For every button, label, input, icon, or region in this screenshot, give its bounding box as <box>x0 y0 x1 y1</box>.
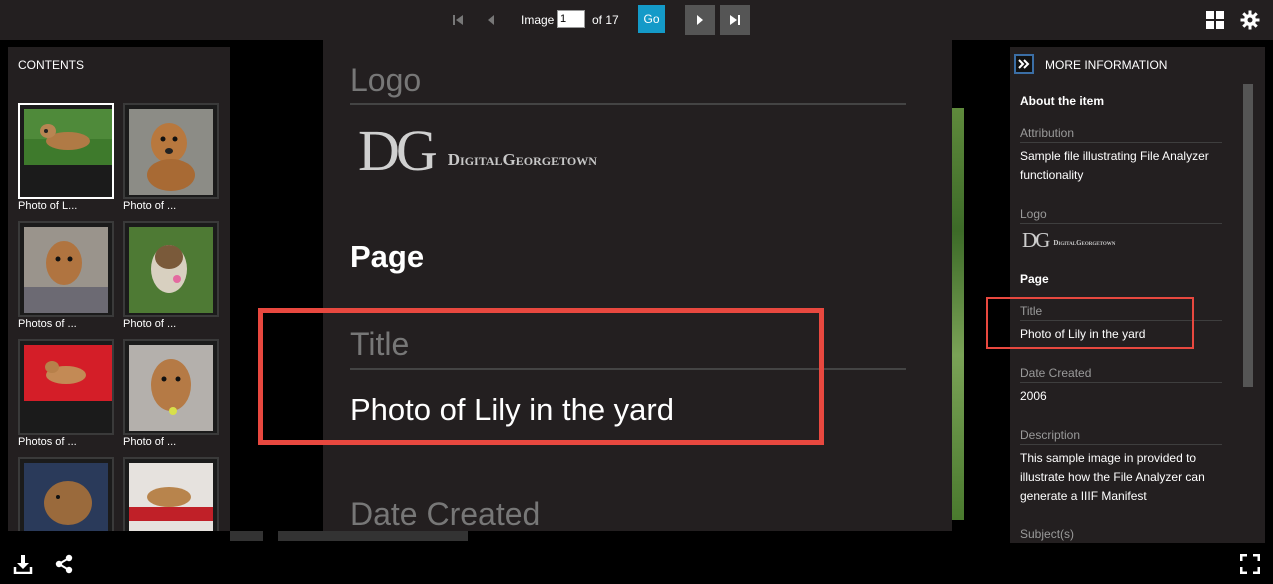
logo-initials: DG <box>358 118 438 183</box>
thumbnail-image <box>129 227 213 313</box>
image-count-label: of 17 <box>592 13 619 27</box>
thumbnail-4[interactable] <box>123 221 219 317</box>
last-page-button[interactable] <box>720 5 750 35</box>
thumbnail-image <box>24 109 112 165</box>
thumbnail-image <box>129 463 213 531</box>
contents-panel: CONTENTS Photo of L... Photo of ... Phot… <box>8 47 230 531</box>
divider <box>278 531 468 541</box>
next-page-icon <box>697 15 703 25</box>
last-page-icon <box>730 15 740 25</box>
divider <box>230 531 263 541</box>
thumbnail-caption: Photos of ... <box>18 318 77 330</box>
description-value: This sample image in provided to illustr… <box>1020 451 1205 503</box>
thumbnail-image <box>24 463 108 531</box>
thumbnail-caption: Photo of ... <box>123 436 177 448</box>
divider <box>350 103 906 105</box>
more-info-title: MORE INFORMATION <box>1045 58 1168 72</box>
thumbnail-2[interactable] <box>123 103 219 199</box>
attribution-value: Sample file illustrating File Analyzer f… <box>1020 149 1209 182</box>
image-label: Image <box>521 13 555 27</box>
thumbnail-5[interactable] <box>18 339 114 435</box>
overlay-logo-heading: Logo <box>350 62 422 98</box>
logo-image: DG DigitalGeorgetown <box>358 122 597 180</box>
contents-title: CONTENTS <box>18 58 84 72</box>
highlight-box-large <box>258 308 824 445</box>
page-heading: Page <box>1020 272 1049 286</box>
thumbnail-image <box>24 227 108 313</box>
logo-wordmark: DigitalGeorgetown <box>447 150 597 169</box>
thumbnail-caption: Photo of L... <box>18 200 78 212</box>
main-image-edge <box>951 108 964 520</box>
gear-icon[interactable] <box>1235 6 1265 34</box>
description-label: Description <box>1020 428 1222 445</box>
thumbnail-image <box>129 345 213 431</box>
thumbnail-1[interactable] <box>18 103 114 199</box>
share-icon[interactable] <box>52 552 76 576</box>
more-information-panel: MORE INFORMATION About the item Attribut… <box>1010 47 1265 543</box>
logo-initials: DG <box>1022 228 1050 252</box>
overlay-date-heading: Date Created <box>350 496 541 531</box>
next-page-button[interactable] <box>685 5 715 35</box>
subjects-label: Subject(s) <box>1020 527 1222 543</box>
about-item-heading: About the item <box>1020 94 1104 108</box>
logo-wordmark: DigitalGeorgetown <box>1053 239 1116 247</box>
scrollbar-thumb[interactable] <box>1243 84 1253 387</box>
date-created-label: Date Created <box>1020 366 1222 383</box>
thumbnail-image <box>24 345 112 401</box>
fullscreen-icon[interactable] <box>1238 552 1262 576</box>
previous-page-icon[interactable] <box>476 6 506 34</box>
thumbnail-8[interactable] <box>123 457 219 531</box>
overlay-page-heading: Page <box>350 239 425 274</box>
date-created-value: 2006 <box>1020 389 1047 403</box>
highlight-box-small <box>986 297 1194 349</box>
thumbnail-caption: Photos of ... <box>18 436 77 448</box>
top-toolbar: Image of 17 Go <box>0 0 1273 40</box>
download-icon[interactable] <box>11 552 35 576</box>
thumbnail-3[interactable] <box>18 221 114 317</box>
go-button[interactable]: Go <box>638 5 665 33</box>
logo-label: Logo <box>1020 207 1222 224</box>
image-number-input[interactable] <box>557 10 585 28</box>
zoomed-info-callout: Logo DG DigitalGeorgetown Page Title Pho… <box>323 40 952 531</box>
first-page-icon[interactable] <box>443 6 473 34</box>
gallery-grid-icon[interactable] <box>1200 6 1230 34</box>
thumbnail-caption: Photo of ... <box>123 200 177 212</box>
double-chevron-right-icon[interactable] <box>1014 54 1034 74</box>
logo-image: DG DigitalGeorgetown <box>1022 229 1115 251</box>
thumbnail-image <box>129 109 213 195</box>
thumbnail-6[interactable] <box>123 339 219 435</box>
bottom-toolbar <box>0 543 1273 584</box>
attribution-label: Attribution <box>1020 126 1222 143</box>
thumbnail-7[interactable] <box>18 457 114 531</box>
thumbnail-caption: Photo of ... <box>123 318 177 330</box>
